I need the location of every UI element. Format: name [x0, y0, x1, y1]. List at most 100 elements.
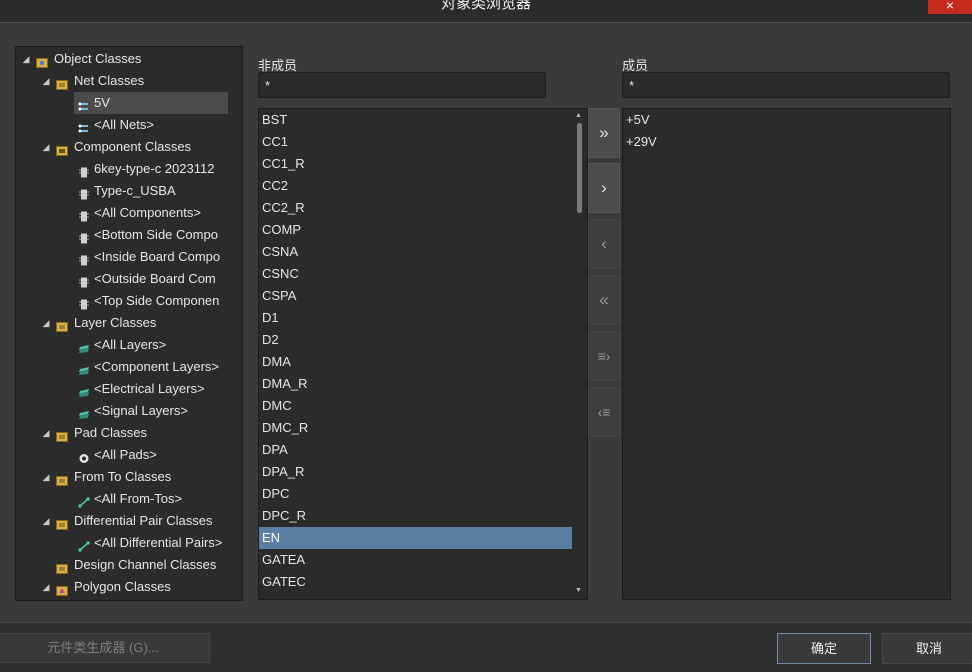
folder-icon [56, 317, 68, 332]
list-item[interactable]: GATEC [259, 571, 572, 593]
tree-item[interactable]: ◢ Object Classes [16, 48, 228, 70]
tree-item[interactable]: <All Differential Pairs> [74, 532, 228, 554]
tree-item[interactable]: ◢ Layer Classes [16, 312, 228, 334]
tree-item[interactable]: <Component Layers> [74, 356, 228, 378]
layer-icon [78, 361, 90, 375]
list-item[interactable]: D2 [259, 329, 572, 351]
list-item[interactable]: DPC_R [259, 505, 572, 527]
list-item[interactable]: DPA_R [259, 461, 572, 483]
tree-item[interactable]: ◢ Net Classes [16, 70, 228, 92]
tree-item[interactable]: <Signal Layers> [74, 400, 228, 422]
list-item[interactable]: GATEA [259, 549, 572, 571]
component-icon [78, 273, 90, 288]
object-classes-icon [36, 53, 48, 68]
scroll-up-icon[interactable]: ▲ [575, 112, 582, 119]
ok-button[interactable]: 确定 [777, 633, 871, 664]
tree-item[interactable]: <Bottom Side Compo [74, 224, 228, 246]
tree-item[interactable]: Type-c_USBA [74, 180, 228, 202]
tree-item[interactable]: <Outside Board Com [74, 268, 228, 290]
layer-icon [78, 339, 90, 353]
list-item[interactable]: CC2 [259, 175, 572, 197]
tree-item-label: Component Classes [74, 139, 192, 154]
non-members-scrollbar[interactable]: ▲ ▼ [573, 109, 586, 599]
list-item[interactable]: CSNA [259, 241, 572, 263]
list-item[interactable]: CSNC [259, 263, 572, 285]
component-class-generator-button[interactable]: 元件类生成器 (G)... [0, 633, 210, 663]
list-item[interactable]: DPC [259, 483, 572, 505]
non-members-filter-input[interactable]: * [258, 72, 546, 98]
expand-arrow-icon[interactable]: ◢ [41, 576, 51, 598]
tree-item[interactable]: <Top Side Componen [74, 290, 228, 312]
expand-arrow-icon[interactable]: ◢ [41, 70, 51, 92]
list-item[interactable]: DMC [259, 395, 572, 417]
expand-arrow-icon[interactable]: ◢ [41, 466, 51, 488]
list-item[interactable]: EN [259, 527, 572, 549]
list-item[interactable]: CC1_R [259, 153, 572, 175]
remove-button[interactable]: ‹ [588, 219, 620, 269]
component-icon [78, 251, 90, 266]
list-item[interactable]: D1 [259, 307, 572, 329]
tree-item[interactable]: ◢ Differential Pair Classes [16, 510, 228, 532]
tree-item[interactable]: <Inside Board Compo [74, 246, 228, 268]
tree-item-label: Net Classes [74, 73, 145, 88]
members-list[interactable]: +5V +29V [622, 108, 951, 600]
add-selected-button[interactable]: ≡› [588, 331, 620, 381]
chevron-right-icon: › [601, 178, 607, 197]
list-right-icon: ≡› [597, 348, 611, 364]
component-icon [78, 185, 90, 200]
expand-arrow-icon[interactable]: ◢ [41, 422, 51, 444]
tree-item-label: Design Channel Classes [74, 557, 217, 572]
tree-item[interactable]: <All Components> [74, 202, 228, 224]
list-left-icon: ‹≡ [597, 404, 611, 420]
tree-item[interactable]: ◢ Polygon Classes [16, 576, 228, 598]
add-all-button[interactable]: » [588, 108, 620, 158]
tree-item[interactable]: <Electrical Layers> [74, 378, 228, 400]
list-item[interactable]: +5V [623, 109, 946, 131]
tree-item-label: Type-c_USBA [94, 183, 176, 198]
list-item[interactable]: +29V [623, 131, 946, 153]
tree-item-label: <Electrical Layers> [94, 381, 205, 396]
remove-all-button[interactable]: « [588, 275, 620, 325]
list-item[interactable]: BST [259, 109, 572, 131]
remove-selected-button[interactable]: ‹≡ [588, 387, 620, 437]
list-item[interactable]: DMA [259, 351, 572, 373]
tree-item[interactable]: <All Pads> [74, 444, 228, 466]
tree-item-label: <All Components> [94, 205, 201, 220]
tree-item[interactable]: Design Channel Classes [16, 554, 228, 576]
add-button[interactable]: › [588, 163, 620, 213]
scroll-down-icon[interactable]: ▼ [575, 587, 582, 594]
members-filter-input[interactable]: * [622, 72, 950, 98]
list-item[interactable]: DMC_R [259, 417, 572, 439]
net-icon [78, 97, 90, 111]
list-item[interactable]: CC2_R [259, 197, 572, 219]
list-item[interactable]: COMP [259, 219, 572, 241]
component-folder-icon [56, 141, 68, 156]
tree-item[interactable]: <All From-Tos> [74, 488, 228, 510]
non-members-scroll-thumb[interactable] [577, 123, 582, 213]
non-members-list[interactable]: BST CC1 CC1_R CC2 CC2_R COMP CSNA CSNC CSPA D1 D2 D… [258, 108, 588, 600]
tree-item[interactable]: <All Nets> [74, 114, 228, 136]
class-tree[interactable]: ◢ Object Classes ◢ Net Classes 5V <All Nets> ◢… [15, 46, 243, 601]
list-item[interactable]: DMA_R [259, 373, 572, 395]
list-item[interactable]: DPA [259, 439, 572, 461]
expand-arrow-icon[interactable]: ◢ [41, 312, 51, 334]
tree-item[interactable]: ◢ From To Classes [16, 466, 228, 488]
tree-item[interactable]: 5V [74, 92, 228, 114]
folder-icon [56, 471, 68, 486]
net-icon [78, 119, 90, 133]
layer-icon [78, 405, 90, 419]
cancel-button[interactable]: 取消 [882, 633, 972, 664]
tree-item[interactable]: ◢ Pad Classes [16, 422, 228, 444]
expand-arrow-icon[interactable]: ◢ [41, 136, 51, 158]
list-item[interactable]: CSPA [259, 285, 572, 307]
layer-icon [78, 383, 90, 397]
tree-item-label: <Bottom Side Compo [94, 227, 218, 242]
list-item[interactable]: CC1 [259, 131, 572, 153]
tree-item[interactable]: <All Layers> [74, 334, 228, 356]
expand-arrow-icon[interactable]: ◢ [21, 48, 31, 70]
tree-item-label: Polygon Classes [74, 579, 171, 594]
tree-item[interactable]: ◢ Component Classes [16, 136, 228, 158]
expand-arrow-icon[interactable]: ◢ [41, 510, 51, 532]
tree-item[interactable]: 6key-type-c 2023112 [74, 158, 228, 180]
close-button[interactable]: × [928, 0, 972, 14]
